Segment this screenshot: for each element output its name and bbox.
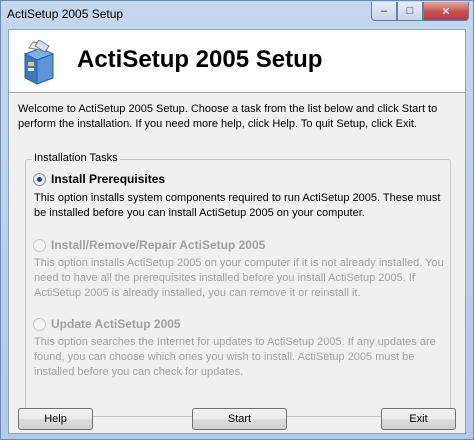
option-label: Update ActiSetup 2005 <box>51 317 181 331</box>
option-label: Install Prerequisites <box>51 172 166 186</box>
window-title: ActiSetup 2005 Setup <box>7 7 124 21</box>
maximize-icon: □ <box>406 5 414 17</box>
radio-unselected-icon[interactable] <box>33 238 46 252</box>
option-label: Install/Remove/Repair ActiSetup 2005 <box>51 238 266 252</box>
maximize-button[interactable]: □ <box>397 2 423 21</box>
dialog-body: ActiSetup 2005 Setup Welcome to ActiSetu… <box>8 29 466 434</box>
title-bar[interactable]: ActiSetup 2005 Setup – □ ✕ <box>1 1 473 29</box>
option-install-remove-repair[interactable]: Install/Remove/Repair ActiSetup 2005 <box>33 238 265 252</box>
close-icon: ✕ <box>441 5 451 18</box>
option-install-prerequisites[interactable]: Install Prerequisites <box>33 172 165 186</box>
help-button[interactable]: Help <box>18 408 93 430</box>
minimize-icon: – <box>380 5 388 17</box>
exit-button[interactable]: Exit <box>381 408 456 430</box>
option-description: This option searches the Internet for up… <box>34 336 436 378</box>
option-description: This option installs system components r… <box>34 192 441 219</box>
header-divider <box>9 92 465 94</box>
close-button[interactable]: ✕ <box>423 2 469 21</box>
start-button[interactable]: Start <box>192 408 287 430</box>
header-banner: ActiSetup 2005 Setup <box>9 30 465 92</box>
installation-tasks-group: Installation Tasks Install Prerequisites… <box>25 152 451 417</box>
option-update[interactable]: Update ActiSetup 2005 <box>33 317 181 331</box>
box-install-icon <box>23 40 55 85</box>
setup-window: ActiSetup 2005 Setup – □ ✕ ActiSetup 200… <box>0 0 474 440</box>
radio-selected-icon[interactable] <box>33 172 46 186</box>
option-description: This option installs ActiSetup 2005 on y… <box>34 257 444 299</box>
header-title: ActiSetup 2005 Setup <box>77 46 323 73</box>
radio-unselected-icon[interactable] <box>33 317 46 331</box>
minimize-button[interactable]: – <box>371 2 397 21</box>
group-legend: Installation Tasks <box>32 152 120 164</box>
intro-text: Welcome to ActiSetup 2005 Setup. Choose … <box>18 103 438 130</box>
